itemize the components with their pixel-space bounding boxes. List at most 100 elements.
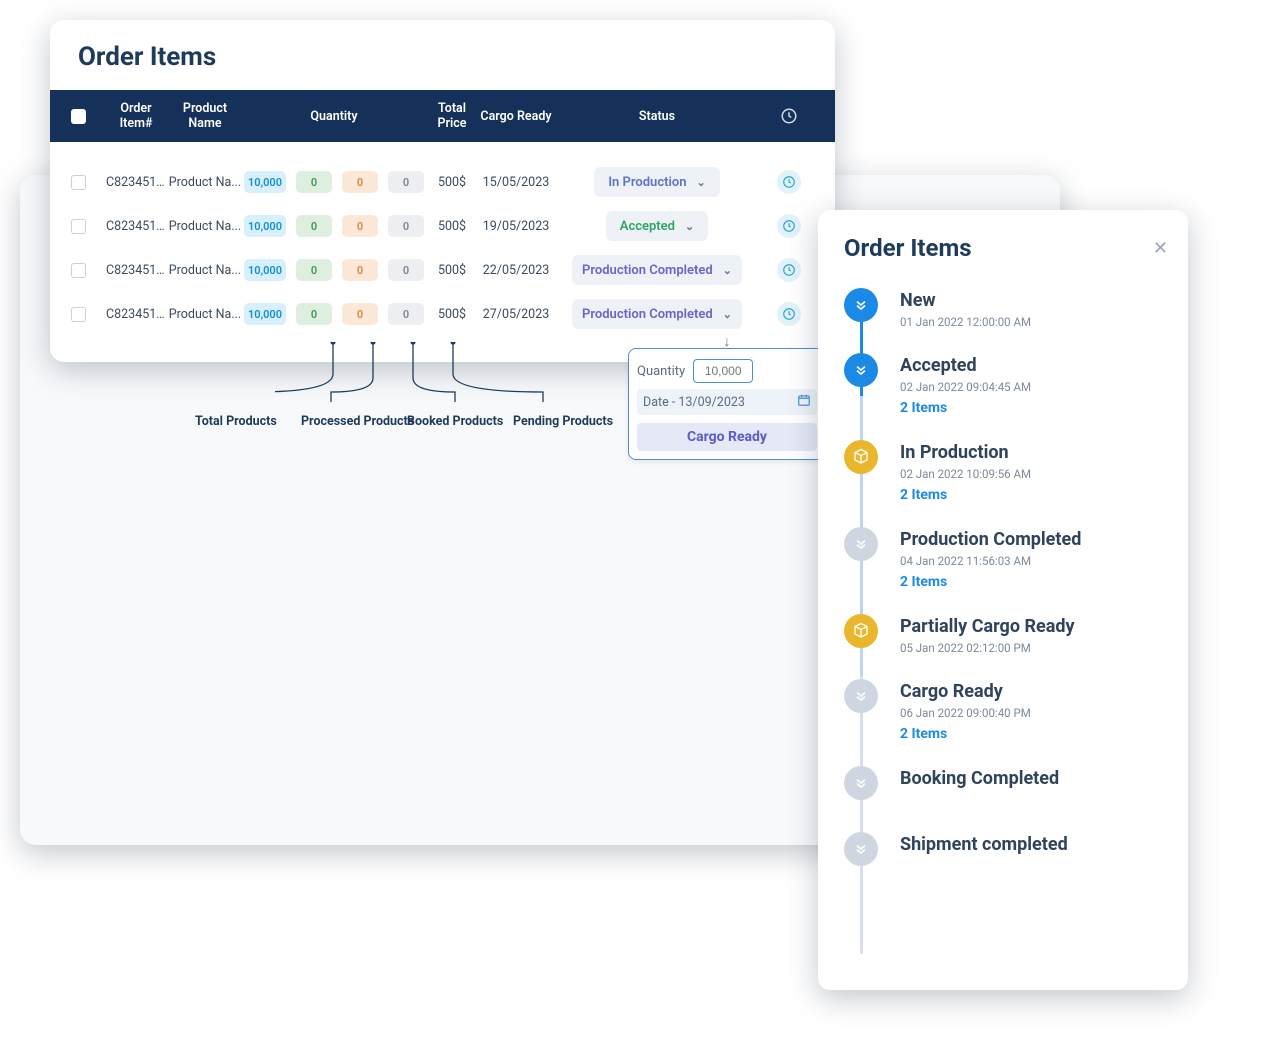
- cell-price: 500$: [424, 307, 480, 322]
- cell-cargo-date: 15/05/2023: [480, 175, 552, 190]
- timeline-step: Booking Completed: [844, 766, 1168, 800]
- history-button[interactable]: [777, 302, 801, 326]
- quantity-label: Quantity: [637, 364, 685, 379]
- cell-product-name: Product Na...: [166, 175, 244, 190]
- col-order-item: Order Item#: [106, 101, 166, 131]
- pill-processed: 0: [296, 259, 332, 281]
- pill-processed: 0: [296, 171, 332, 193]
- timeline-step: Cargo Ready 06 Jan 2022 09:00:40 PM 2 Item…: [844, 679, 1168, 742]
- timeline-step-name: Cargo Ready: [900, 681, 1031, 702]
- row-checkbox[interactable]: [71, 307, 86, 322]
- table-row: C823451...Product Na...10,000000500$19/0…: [50, 204, 835, 248]
- timeline-step-name: Booking Completed: [900, 768, 1059, 789]
- arrow-down-icon: ↓: [724, 333, 731, 350]
- table-body: C823451...Product Na...10,000000500$15/0…: [50, 160, 835, 336]
- status-dropdown[interactable]: In Production⌄: [594, 167, 719, 197]
- pill-pending: 0: [388, 171, 424, 193]
- cell-product-name: Product Na...: [166, 307, 244, 322]
- date-field[interactable]: Date - 13/09/2023: [637, 389, 817, 415]
- cargo-ready-button[interactable]: Cargo Ready: [637, 423, 817, 451]
- pill-total: 10,000: [244, 215, 286, 237]
- col-status: Status: [552, 109, 762, 124]
- timeline-step-time: 02 Jan 2022 10:09:56 AM: [900, 467, 1031, 481]
- col-quantity: Quantity: [244, 109, 424, 124]
- pill-booked: 0: [342, 259, 378, 281]
- row-checkbox[interactable]: [71, 219, 86, 234]
- date-text: Date - 13/09/2023: [643, 395, 745, 410]
- timeline-step-name: Partially Cargo Ready: [900, 616, 1075, 637]
- cell-order-id: C823451...: [106, 263, 166, 278]
- cell-price: 500$: [424, 219, 480, 234]
- clock-icon: [780, 107, 798, 125]
- quantity-input[interactable]: [693, 359, 753, 383]
- cell-price: 500$: [424, 263, 480, 278]
- table-row: C823451...Product Na...10,000000500$22/0…: [50, 248, 835, 292]
- timeline-dot: [844, 288, 878, 322]
- history-button[interactable]: [777, 170, 801, 194]
- timeline-dot: [844, 353, 878, 387]
- cell-product-name: Product Na...: [166, 263, 244, 278]
- timeline-dot: [844, 614, 878, 648]
- table-row: C823451...Product Na...10,000000500$15/0…: [50, 160, 835, 204]
- timeline-step: New 01 Jan 2022 12:00:00 AM: [844, 288, 1168, 329]
- timeline-step-items[interactable]: 2 Items: [900, 726, 1031, 742]
- timeline-dot: [844, 440, 878, 474]
- timeline-step-name: Shipment completed: [900, 834, 1068, 855]
- timeline-step: Accepted 02 Jan 2022 09:04:45 AM 2 Items: [844, 353, 1168, 416]
- timeline-title: Order Items: [844, 234, 972, 262]
- history-button[interactable]: [777, 258, 801, 282]
- timeline-step-time: 05 Jan 2022 02:12:00 PM: [900, 641, 1075, 655]
- chevron-down-icon: ⌄: [723, 308, 732, 321]
- row-checkbox[interactable]: [71, 175, 86, 190]
- timeline-step-name: In Production: [900, 442, 1031, 463]
- col-product-name: Product Name: [166, 101, 244, 131]
- timeline-step-items[interactable]: 2 Items: [900, 400, 1031, 416]
- timeline-step-time: 04 Jan 2022 11:56:03 AM: [900, 554, 1081, 568]
- pill-booked: 0: [342, 171, 378, 193]
- status-dropdown[interactable]: Production Completed ⌄: [572, 255, 742, 285]
- status-label: Production Completed: [582, 307, 713, 322]
- status-dropdown[interactable]: Production Completed ⌄: [572, 299, 742, 329]
- cell-order-id: C823451...: [106, 307, 166, 322]
- timeline-step-time: 01 Jan 2022 12:00:00 AM: [900, 315, 1031, 329]
- pill-processed: 0: [296, 303, 332, 325]
- timeline-step-name: Production Completed: [900, 529, 1081, 550]
- timeline-step: In Production 02 Jan 2022 10:09:56 AM 2 It…: [844, 440, 1168, 503]
- select-all-checkbox[interactable]: [71, 109, 86, 124]
- order-items-card: Order Items Order Item# Product Name Qua…: [50, 20, 835, 362]
- timeline-step-time: 02 Jan 2022 09:04:45 AM: [900, 380, 1031, 394]
- status-dropdown[interactable]: Accepted⌄: [606, 211, 708, 241]
- close-icon[interactable]: ✕: [1153, 238, 1168, 259]
- cell-price: 500$: [424, 175, 480, 190]
- cell-cargo-date: 22/05/2023: [480, 263, 552, 278]
- col-cargo-ready: Cargo Ready: [480, 109, 552, 124]
- chevron-down-icon: ⌄: [685, 220, 694, 233]
- pill-pending: 0: [388, 215, 424, 237]
- cell-cargo-date: 19/05/2023: [480, 219, 552, 234]
- pill-pending: 0: [388, 259, 424, 281]
- pill-booked: 0: [342, 303, 378, 325]
- pill-total: 10,000: [244, 303, 286, 325]
- timeline-step-name: Accepted: [900, 355, 1031, 376]
- timeline-step-items[interactable]: 2 Items: [900, 574, 1081, 590]
- timeline-step-time: 06 Jan 2022 09:00:40 PM: [900, 706, 1031, 720]
- row-checkbox[interactable]: [71, 263, 86, 278]
- page-title: Order Items: [50, 20, 835, 90]
- pill-booked: 0: [342, 215, 378, 237]
- timeline-step-name: New: [900, 290, 1031, 311]
- timeline-step: Production Completed 04 Jan 2022 11:56:03…: [844, 527, 1168, 590]
- timeline-dot: [844, 527, 878, 561]
- pill-pending: 0: [388, 303, 424, 325]
- chevron-down-icon: ⌄: [723, 264, 732, 277]
- timeline-step: Partially Cargo Ready 05 Jan 2022 02:12:0…: [844, 614, 1168, 655]
- timeline-dot: [844, 679, 878, 713]
- history-button[interactable]: [777, 214, 801, 238]
- status-label: In Production: [608, 175, 686, 190]
- calendar-icon: [797, 393, 811, 411]
- pill-total: 10,000: [244, 171, 286, 193]
- timeline-step-items[interactable]: 2 Items: [900, 487, 1031, 503]
- cell-product-name: Product Na...: [166, 219, 244, 234]
- cargo-ready-popover: ↓ Quantity Date - 13/09/2023 Cargo Ready: [628, 348, 826, 460]
- status-label: Production Completed: [582, 263, 713, 278]
- timeline-panel: Order Items ✕ New 01 Jan 2022 12:00:00 AM…: [818, 210, 1188, 990]
